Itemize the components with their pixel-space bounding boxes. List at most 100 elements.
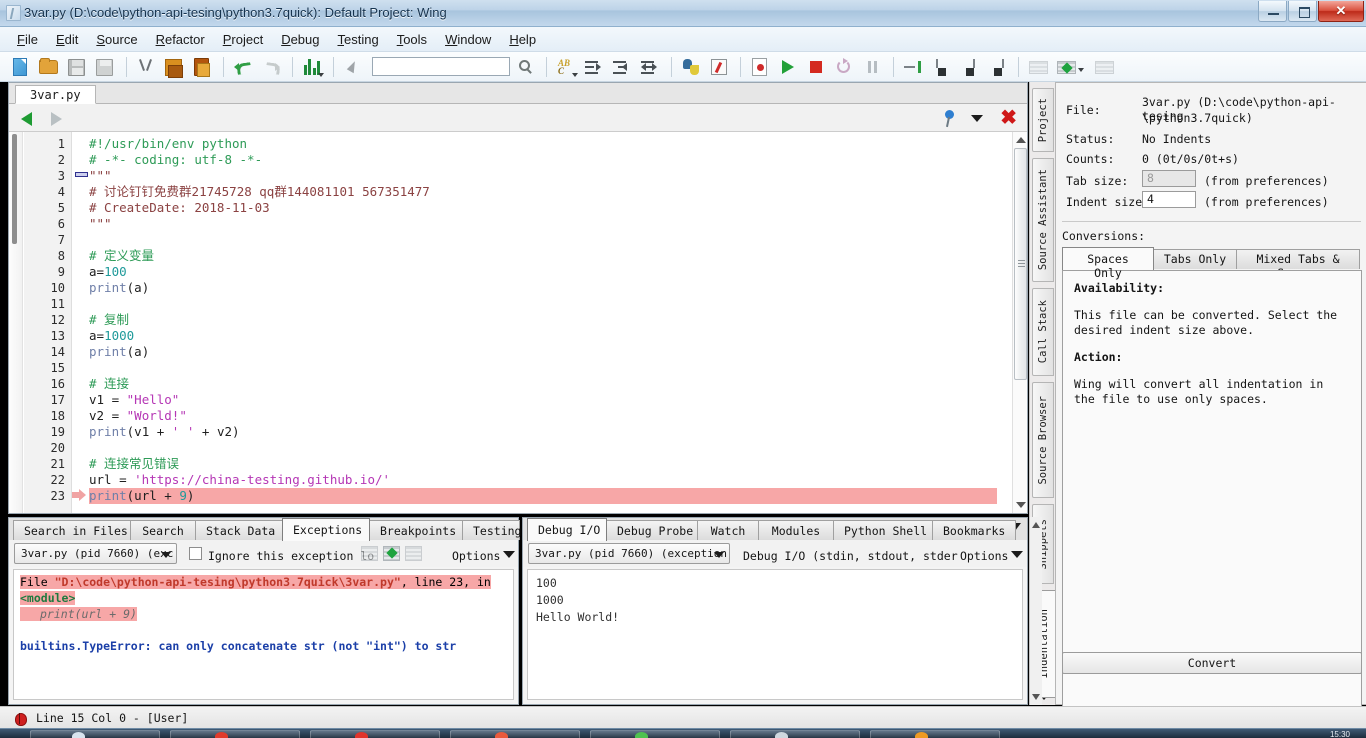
editor-tab-3var[interactable]: 3var.py (15, 85, 96, 104)
close-window-button[interactable] (1318, 1, 1364, 22)
pin-icon[interactable] (941, 110, 957, 127)
taskbar-item[interactable] (30, 730, 160, 738)
debugio-tab-modules[interactable]: Modules (758, 520, 834, 540)
breakpoint-button[interactable] (1053, 55, 1084, 79)
scroll-thumb[interactable] (1014, 148, 1027, 380)
menu-refactor[interactable]: Refactor (147, 29, 214, 50)
chevron-down-icon[interactable] (971, 115, 983, 122)
code-line[interactable]: url = 'https://china-testing.github.io/' (89, 472, 997, 488)
nav-forward-icon[interactable] (51, 112, 62, 126)
scroll-up-icon[interactable] (1032, 522, 1040, 528)
exceptions-tab-breakpoints[interactable]: Breakpoints (369, 520, 463, 540)
code-line[interactable]: # 复制 (89, 312, 997, 328)
nav-back-icon[interactable] (21, 112, 32, 126)
replace-button[interactable]: AB C (553, 55, 579, 79)
convert-button[interactable]: Convert (1062, 652, 1362, 674)
taskbar-item[interactable] (310, 730, 440, 738)
stop-button[interactable] (803, 55, 829, 79)
code-line[interactable]: v1 = "Hello" (89, 392, 997, 408)
python-shell-button[interactable] (678, 55, 704, 79)
code-line[interactable]: print(a) (89, 280, 997, 296)
code-line[interactable]: v2 = "World!" (89, 408, 997, 424)
paste-button[interactable] (189, 55, 215, 79)
search-button[interactable] (512, 55, 538, 79)
restore-button[interactable] (1288, 1, 1317, 22)
menu-file[interactable]: File (8, 29, 47, 50)
exceptions-tab-search[interactable]: Search (130, 520, 196, 540)
code-line[interactable]: #!/usr/bin/env python (89, 136, 997, 152)
cut-button[interactable] (133, 55, 159, 79)
code-line[interactable]: # 连接常见错误 (89, 456, 997, 472)
exception-current-button[interactable] (383, 546, 400, 561)
select-pointer-button[interactable] (340, 55, 366, 79)
debug-file-button[interactable] (747, 55, 773, 79)
save-all-button[interactable] (92, 55, 118, 79)
indent-both-button[interactable] (637, 55, 663, 79)
taskbar-item[interactable] (730, 730, 860, 738)
vtab-source-browser[interactable]: Source Browser (1032, 382, 1054, 498)
menu-testing[interactable]: Testing (329, 29, 388, 50)
ignore-exception-checkbox[interactable] (189, 547, 202, 560)
code-line[interactable] (89, 296, 997, 312)
chevron-down-icon[interactable] (503, 551, 515, 558)
menu-edit[interactable]: Edit (47, 29, 87, 50)
code-line[interactable]: # 讨论钉钉免费群21745728 qq群144081101 567351477 (89, 184, 997, 200)
marker-thumb[interactable] (12, 134, 17, 244)
chevron-down-icon[interactable] (1011, 551, 1023, 558)
scroll-down-icon[interactable] (1016, 502, 1026, 508)
exceptions-tab-search-in-files[interactable]: Search in Files (13, 520, 131, 540)
menu-tools[interactable]: Tools (388, 29, 436, 50)
vtab-call-stack[interactable]: Call Stack (1032, 288, 1054, 376)
code-lines[interactable]: #!/usr/bin/env python # -*- coding: utf-8… (89, 132, 997, 513)
debugio-tab-bookmarks[interactable]: Bookmarks (932, 520, 1016, 540)
conversion-tab-tabs-only[interactable]: Tabs Only (1153, 249, 1237, 269)
exceptions-tab-testing[interactable]: Testing (462, 520, 521, 540)
code-line[interactable]: """ (89, 168, 997, 184)
bar-chart-button[interactable] (299, 55, 325, 79)
debug-process-select[interactable]: 3var.py (pid 7660) (exception) (528, 543, 730, 564)
debug-io-options-label[interactable]: Options (960, 549, 1008, 563)
code-line[interactable]: # 定义变量 (89, 248, 997, 264)
code-line[interactable] (89, 440, 997, 456)
exceptions-tab-stack-data[interactable]: Stack Data (195, 520, 283, 540)
search-input[interactable] (372, 57, 510, 76)
conversion-tab-mixed-tabs-spaces[interactable]: Mixed Tabs & Spaces (1236, 249, 1360, 280)
code-line[interactable]: # CreateDate: 2018-11-03 (89, 200, 997, 216)
code-line[interactable]: """ (89, 216, 997, 232)
vtab-source-assistant[interactable]: Source Assistant (1032, 158, 1054, 282)
code-line[interactable]: print(a) (89, 344, 997, 360)
indent-right-button[interactable] (581, 55, 607, 79)
code-line[interactable]: # 连接 (89, 376, 997, 392)
code-line[interactable] (89, 360, 997, 376)
open-file-button[interactable] (36, 55, 62, 79)
exception-output[interactable]: File "D:\code\python-api-tesing\python3.… (13, 569, 514, 700)
fold-marker-icon[interactable] (75, 168, 88, 179)
exceptions-options-label[interactable]: Options (452, 549, 500, 563)
conversion-tab-spaces-only[interactable]: Spaces Only (1062, 247, 1154, 280)
debug-io-output[interactable]: 100 1000 Hello World! (527, 569, 1023, 700)
exception-prev-button[interactable] (361, 546, 378, 561)
code-line[interactable]: a=1000 (89, 328, 997, 344)
step-into-button[interactable] (900, 55, 926, 79)
code-line[interactable]: # -*- coding: utf-8 -*- (89, 152, 997, 168)
menu-window[interactable]: Window (436, 29, 500, 50)
code-line[interactable]: a=100 (89, 264, 997, 280)
debugio-tab-debug-i-o[interactable]: Debug I/O (527, 518, 607, 541)
code-line[interactable]: print(url + 9) (89, 488, 997, 504)
debugio-tab-watch[interactable]: Watch (697, 520, 759, 540)
close-icon[interactable]: ✖ (1000, 108, 1017, 128)
indent-left-button[interactable] (609, 55, 635, 79)
debug-probe-button[interactable] (706, 55, 732, 79)
debugio-tab-debug-probe[interactable]: Debug Probe (606, 520, 698, 540)
fold-column[interactable] (72, 132, 89, 513)
taskbar-item[interactable] (590, 730, 720, 738)
copy-button[interactable] (161, 55, 187, 79)
taskbar-item[interactable] (870, 730, 1000, 738)
code-area[interactable]: 1 2 3 4 5 6 7 8 9 10 11 12 13 14 15 16 17 18 19 20 21 22 23 #!… (9, 132, 1027, 513)
editor-vertical-scrollbar[interactable] (1012, 132, 1027, 513)
scroll-up-icon[interactable] (1016, 137, 1026, 143)
breakpoint-disabled-button[interactable] (1025, 55, 1051, 79)
process-select[interactable]: 3var.py (pid 7660) (exc (14, 543, 177, 564)
pause-button[interactable] (859, 55, 885, 79)
code-line[interactable] (89, 232, 997, 248)
